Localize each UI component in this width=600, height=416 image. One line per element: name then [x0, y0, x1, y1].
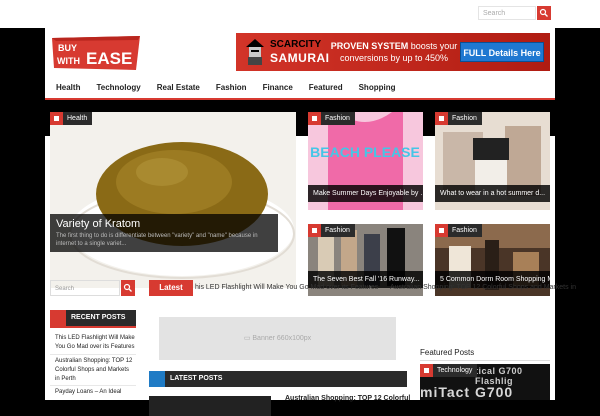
tile-4-tag[interactable]: Fashion — [435, 224, 482, 237]
featured-big-tag-label: Health — [67, 115, 88, 122]
featured-tile-2[interactable]: Fashion What to wear in a hot summer d..… — [435, 112, 550, 210]
folder-icon — [420, 364, 433, 377]
featured-big-caption: Variety of Kratom The first thing to do … — [50, 214, 278, 252]
nav-item-shopping[interactable]: Shopping — [359, 78, 396, 98]
flashlight-text-1: tical G700 Flashlig — [475, 366, 523, 386]
tile-4-tag-label: Fashion — [452, 227, 477, 234]
flashlight-text-2: miTact G700 — [420, 384, 514, 400]
top-search-button[interactable] — [537, 6, 551, 20]
samurai-icon — [246, 39, 264, 65]
latest-post-thumbnail[interactable] — [149, 396, 271, 416]
tile-2-tag-label: Fashion — [452, 115, 477, 122]
banner-placeholder[interactable]: ▭ Banner 660x100px — [159, 317, 396, 360]
featured-tile-1[interactable]: BEACH PLEASE Fashion Make Summer Days En… — [308, 112, 423, 210]
featured-post-tag-label: Technology — [437, 367, 473, 374]
sidebar-search-button[interactable] — [121, 280, 135, 296]
tile-1-caption[interactable]: Make Summer Days Enjoyable by ... — [308, 185, 423, 202]
recent-post-3[interactable]: Payday Loans – An Ideal — [55, 388, 135, 397]
sidebar-search-input[interactable]: Search — [50, 280, 120, 296]
featured-big-excerpt: The first thing to do is differentiate b… — [56, 233, 258, 247]
logo-with: WITH — [57, 56, 80, 66]
list-icon — [50, 310, 66, 326]
ticker-item-2[interactable]: Australian Shopping: TOP 12 Colorful Sho… — [390, 280, 576, 296]
ad-cta-button[interactable]: FULL Details Here — [460, 42, 544, 62]
featured-posts-label: Featured Posts — [420, 348, 475, 357]
featured-big-title[interactable]: Variety of Kratom — [56, 218, 140, 230]
latest-news-label: Latest News — [149, 280, 193, 308]
ticker-separator: › — [369, 284, 372, 291]
search-icon — [123, 283, 132, 292]
ad-brand-top: SCARCITY — [270, 39, 322, 50]
nav-item-health[interactable]: Health — [56, 78, 80, 98]
banner-placeholder-text: Banner 660x100px — [252, 335, 312, 342]
tile-2-caption[interactable]: What to wear in a hot summer d... — [435, 185, 550, 202]
nav-item-technology[interactable]: Technology — [96, 78, 140, 98]
search-icon — [539, 8, 548, 17]
folder-icon — [435, 112, 448, 125]
logo-graphic: BUY WITH EASE — [52, 36, 140, 70]
ad-brand-bottom: SAMURAI — [270, 51, 330, 65]
featured-post-image[interactable]: tical G700 Flashlig miTact G700 Technolo… — [420, 364, 550, 400]
nav-item-finance[interactable]: Finance — [263, 78, 293, 98]
featured-big-tile[interactable]: Health — [50, 112, 296, 288]
folder-icon — [50, 112, 63, 125]
tile-2-tag[interactable]: Fashion — [435, 112, 482, 125]
ad-pitch: PROVEN SYSTEM boosts your conversions by… — [329, 40, 459, 64]
recent-post-1[interactable]: This LED Flashlight Will Make You Go Mad… — [55, 334, 135, 352]
featured-post-tag[interactable]: Technology — [420, 364, 478, 377]
latest-posts-label: LATEST POSTS — [170, 375, 223, 382]
logo-ease: EASE — [86, 49, 132, 68]
tile-3-tag[interactable]: Fashion — [308, 224, 355, 237]
nav-item-real-estate[interactable]: Real Estate — [157, 78, 200, 98]
featured-big-tag[interactable]: Health — [50, 112, 93, 125]
latest-post-title[interactable]: Australian Shopping: TOP 12 Colorful — [285, 395, 410, 402]
tile-1-tag-label: Fashion — [325, 115, 350, 122]
ad-pitch-bold: PROVEN SYSTEM — [330, 41, 409, 51]
divider — [50, 354, 136, 355]
logo-buy: BUY — [58, 43, 77, 53]
divider — [50, 385, 136, 386]
folder-icon — [435, 224, 448, 237]
shirt-print-text: BEACH PLEASE — [310, 144, 420, 160]
folder-icon — [308, 224, 321, 237]
recent-posts-label: RECENT POSTS — [71, 314, 126, 321]
folder-icon — [308, 112, 321, 125]
list-icon — [149, 371, 165, 387]
nav-item-fashion[interactable]: Fashion — [216, 78, 247, 98]
tile-3-tag-label: Fashion — [325, 227, 350, 234]
tile-1-tag[interactable]: Fashion — [308, 112, 355, 125]
ticker-item-1[interactable]: his LED Flashlight Will Make You Go Mad … — [195, 280, 378, 296]
site-logo[interactable]: BUY WITH EASE — [50, 34, 142, 72]
nav-item-featured[interactable]: Featured — [309, 78, 343, 98]
recent-post-2[interactable]: Australian Shopping: TOP 12 Colorful Sho… — [55, 357, 135, 384]
ad-banner[interactable]: SCARCITY SAMURAI PROVEN SYSTEM boosts yo… — [236, 33, 550, 71]
kratom-powder-image — [50, 112, 296, 288]
page-wrapper: BUY WITH EASE SCARCITY SAMURAI PROVEN SY… — [45, 28, 576, 416]
main-nav: Health Technology Real Estate Fashion Fi… — [45, 78, 555, 100]
top-search-input[interactable]: Search — [478, 6, 536, 20]
top-bar: Search — [0, 0, 600, 28]
divider — [420, 360, 550, 361]
latest-posts-header: LATEST POSTS — [149, 371, 407, 387]
recent-posts-header: RECENT POSTS — [50, 310, 136, 328]
